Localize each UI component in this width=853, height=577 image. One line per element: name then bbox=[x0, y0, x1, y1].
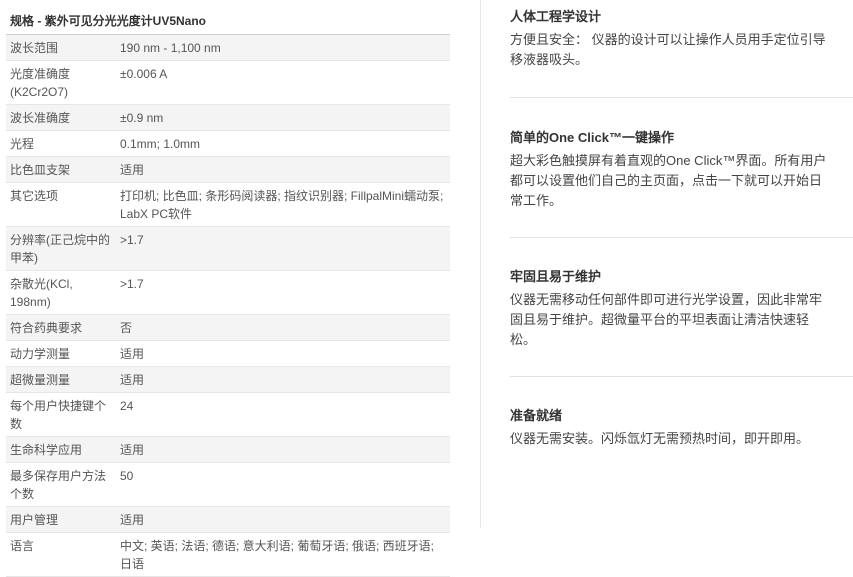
spec-key: 符合药典要求 bbox=[6, 314, 116, 341]
table-row: 符合药典要求否 bbox=[6, 314, 450, 341]
spec-title: 规格 - 紫外可见分光光度计UV5Nano bbox=[6, 8, 450, 35]
spec-key: 动力学测量 bbox=[6, 340, 116, 367]
table-row: 最多保存用户方法个数 50 bbox=[6, 462, 450, 507]
spec-key: 光程 bbox=[6, 130, 116, 157]
spec-value: 适用 bbox=[116, 340, 450, 367]
feature-title: 准备就绪 bbox=[510, 408, 563, 423]
column-divider bbox=[480, 0, 481, 528]
feature-one-click: 简单的One Click™一键操作 超大彩色触摸屏有着直观的One Click™… bbox=[510, 129, 830, 211]
table-row: 波长范围 190 nm - 1,100 nm bbox=[6, 35, 450, 61]
table-row: 生命科学应用 适用 bbox=[6, 436, 450, 463]
spec-key: 每个用户快捷键个数 bbox=[6, 392, 116, 437]
spec-value: 否 bbox=[116, 314, 450, 341]
spec-key: 用户管理 bbox=[6, 506, 116, 533]
table-row: 其它选项 打印机; 比色皿; 条形码阅读器; 指纹识别器; FillpalMini… bbox=[6, 182, 450, 227]
table-row: 杂散光(KCl, 198nm) >1.7 bbox=[6, 270, 450, 315]
spec-value: 适用 bbox=[116, 366, 450, 393]
spec-value: 50 bbox=[116, 462, 450, 507]
feature-text: 仪器无需安装。闪烁氙灯无需预热时间，即开即用。 bbox=[510, 431, 810, 446]
table-row: 语言 中文; 英语; 法语; 德语; 意大利语; 葡萄牙语; 俄语; 西班牙语; … bbox=[6, 532, 450, 577]
table-row: 光程 0.1mm; 1.0mm bbox=[6, 130, 450, 157]
spec-key: 其它选项 bbox=[6, 182, 116, 227]
divider bbox=[510, 237, 853, 238]
divider bbox=[510, 97, 853, 98]
spec-panel: 规格 - 紫外可见分光光度计UV5Nano 波长范围 190 nm - 1,100… bbox=[6, 8, 450, 577]
divider bbox=[510, 376, 853, 377]
feature-ready: 准备就绪 仪器无需安装。闪烁氙灯无需预热时间，即开即用。 bbox=[510, 407, 830, 449]
feature-title: 牢固且易于维护 bbox=[510, 269, 602, 284]
table-row: 分辨率(正己烷中的甲苯) >1.7 bbox=[6, 226, 450, 271]
table-row: 比色皿支架 适用 bbox=[6, 156, 450, 183]
feature-title: 简单的One Click™一键操作 bbox=[510, 130, 674, 145]
spec-value: 中文; 英语; 法语; 德语; 意大利语; 葡萄牙语; 俄语; 西班牙语; 日语 bbox=[116, 532, 450, 577]
spec-key: 杂散光(KCl, 198nm) bbox=[6, 270, 116, 315]
feature-text: 方便且安全： 仪器的设计可以让操作人员用手定位引导移液器吸头。 bbox=[510, 32, 826, 67]
spec-key: 比色皿支架 bbox=[6, 156, 116, 183]
table-row: 超微量测量 适用 bbox=[6, 366, 450, 393]
spec-key: 超微量测量 bbox=[6, 366, 116, 393]
spec-value: 适用 bbox=[116, 156, 450, 183]
spec-value: >1.7 bbox=[116, 226, 450, 271]
spec-value: 适用 bbox=[116, 506, 450, 533]
spec-key: 最多保存用户方法个数 bbox=[6, 462, 116, 507]
spec-value: ±0.006 A bbox=[116, 60, 450, 105]
table-row: 光度准确度 (K2Cr2O7) ±0.006 A bbox=[6, 60, 450, 105]
feature-ergonomic: 人体工程学设计 方便且安全： 仪器的设计可以让操作人员用手定位引导移液器吸头。 bbox=[510, 8, 830, 70]
spec-key: 生命科学应用 bbox=[6, 436, 116, 463]
spec-value: 打印机; 比色皿; 条形码阅读器; 指纹识别器; FillpalMini蠕动泵;… bbox=[116, 182, 450, 227]
spec-key: 光度准确度 (K2Cr2O7) bbox=[6, 60, 116, 105]
spec-value: ±0.9 nm bbox=[116, 104, 450, 131]
feature-title: 人体工程学设计 bbox=[510, 9, 602, 24]
table-row: 每个用户快捷键个数 24 bbox=[6, 392, 450, 437]
spec-value: 190 nm - 1,100 nm bbox=[116, 35, 450, 61]
spec-key: 波长准确度 bbox=[6, 104, 116, 131]
spec-key: 分辨率(正己烷中的甲苯) bbox=[6, 226, 116, 271]
table-row: 波长准确度 ±0.9 nm bbox=[6, 104, 450, 131]
feature-text: 仪器无需移动任何部件即可进行光学设置，因此非常牢固且易于维护。超微量平台的平坦表… bbox=[510, 292, 823, 347]
spec-table: 波长范围 190 nm - 1,100 nm 光度准确度 (K2Cr2O7) ±0.… bbox=[6, 35, 450, 577]
spec-value: 24 bbox=[116, 392, 450, 437]
spec-key: 语言 bbox=[6, 532, 116, 577]
spec-value: >1.7 bbox=[116, 270, 450, 315]
spec-value: 适用 bbox=[116, 436, 450, 463]
spec-key: 波长范围 bbox=[6, 35, 116, 61]
table-row: 动力学测量 适用 bbox=[6, 340, 450, 367]
spec-value: 0.1mm; 1.0mm bbox=[116, 130, 450, 157]
feature-robust: 牢固且易于维护 仪器无需移动任何部件即可进行光学设置，因此非常牢固且易于维护。超… bbox=[510, 268, 830, 350]
table-row: 用户管理 适用 bbox=[6, 506, 450, 533]
feature-text: 超大彩色触摸屏有着直观的One Click™界面。所有用户都可以设置他们自己的主… bbox=[510, 153, 827, 208]
